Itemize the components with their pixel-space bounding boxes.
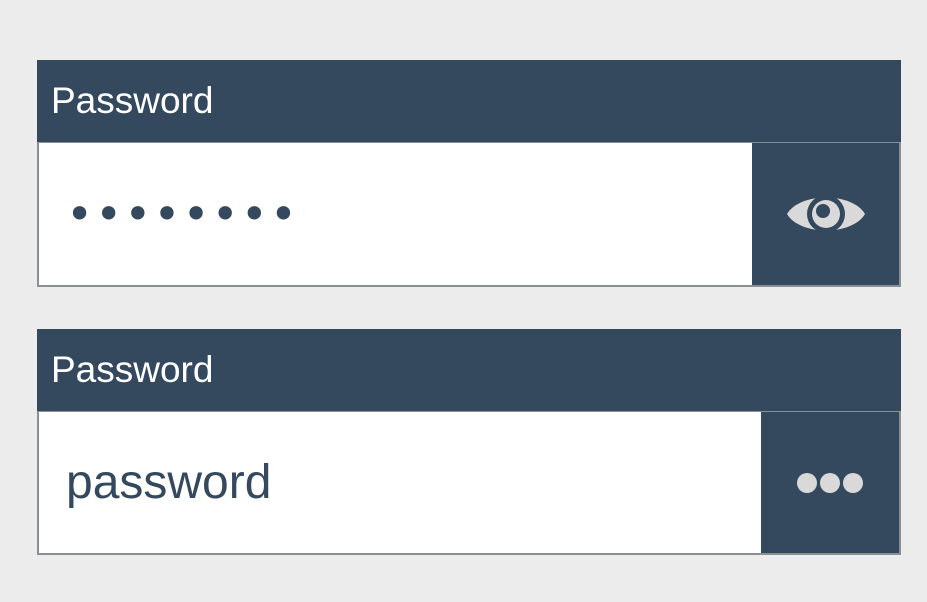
password-field-label: Password [37,329,901,411]
show-password-button[interactable] [752,143,899,285]
ellipsis-dots-icon [795,471,865,495]
password-field-label: Password [37,60,901,142]
password-field-body [37,142,901,287]
password-input-masked[interactable] [39,143,752,285]
password-field-visible: Password [37,329,901,555]
password-field-body [37,411,901,555]
password-field-masked: Password [37,60,901,287]
password-input-visible[interactable] [39,412,761,553]
hide-password-button[interactable] [761,412,899,553]
eye-icon [785,188,867,240]
